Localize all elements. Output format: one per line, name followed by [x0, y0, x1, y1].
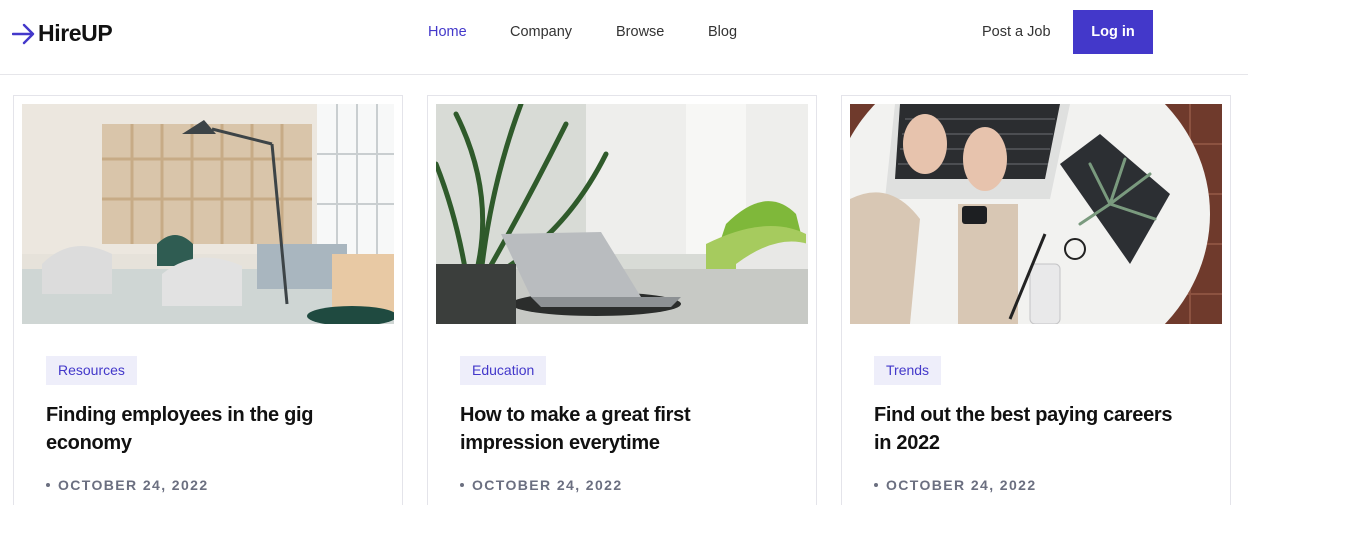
card-title[interactable]: Finding employees in the gig economy	[46, 401, 366, 457]
card-title[interactable]: How to make a great first impression eve…	[460, 401, 780, 457]
login-button[interactable]: Log in	[1073, 10, 1153, 54]
category-tag[interactable]: Education	[460, 356, 547, 385]
bullet-icon	[874, 483, 878, 487]
brand-name: HireUP	[38, 20, 113, 46]
card-date-text: OCTOBER 24, 2022	[472, 477, 623, 493]
blog-card[interactable]: Resources Finding employees in the gig e…	[13, 95, 403, 505]
nav-blog-link[interactable]: Blog	[708, 24, 737, 40]
laptop-plant-photo[interactable]	[436, 104, 808, 324]
category-tag[interactable]: Resources	[46, 356, 137, 385]
card-date-text: OCTOBER 24, 2022	[58, 477, 209, 493]
card-date: OCTOBER 24, 2022	[460, 477, 623, 493]
site-header: HireUP Home Company Browse Blog Post a J…	[0, 0, 1248, 75]
office-lounge-photo[interactable]	[22, 104, 394, 324]
category-tag[interactable]: Trends	[874, 356, 942, 385]
card-date: OCTOBER 24, 2022	[874, 477, 1037, 493]
post-job-link[interactable]: Post a Job	[982, 24, 1051, 40]
nav-home-link[interactable]: Home	[428, 24, 467, 40]
bullet-icon	[460, 483, 464, 487]
nav-browse-link[interactable]: Browse	[616, 24, 664, 40]
blog-card[interactable]: Education How to make a great first impr…	[427, 95, 817, 505]
card-title[interactable]: Find out the best paying careers in 2022	[874, 401, 1194, 457]
bullet-icon	[46, 483, 50, 487]
blog-card[interactable]: Trends Find out the best paying careers …	[841, 95, 1231, 505]
typing-desk-illustration	[850, 104, 1222, 324]
nav-company-link[interactable]: Company	[510, 24, 572, 40]
card-date: OCTOBER 24, 2022	[46, 477, 209, 493]
logo[interactable]: HireUP	[12, 20, 113, 47]
card-date-text: OCTOBER 24, 2022	[886, 477, 1037, 493]
arrow-right-icon	[12, 23, 35, 44]
office-lounge-illustration	[22, 104, 394, 324]
laptop-plant-illustration	[436, 104, 808, 324]
typing-desk-photo[interactable]	[850, 104, 1222, 324]
